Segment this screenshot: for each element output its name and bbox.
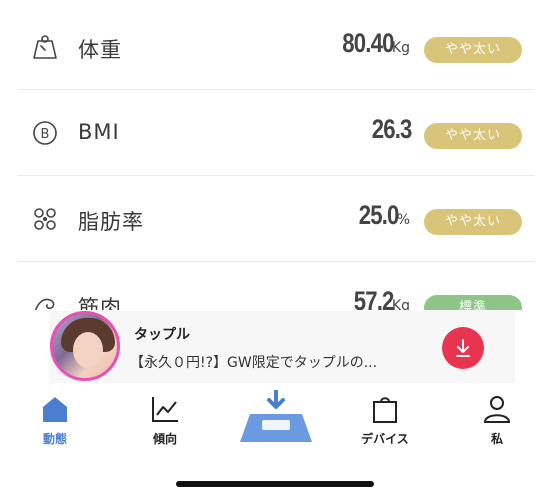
metric-value: 57.2 xyxy=(354,286,395,310)
status-badge: 標準 xyxy=(424,295,522,310)
trend-chart-icon xyxy=(152,397,178,422)
nav-label: 私 xyxy=(490,432,503,446)
metric-value: 80.40 xyxy=(342,28,395,58)
metric-value-group: 80.40Kg xyxy=(331,28,410,59)
nav-label: 傾向 xyxy=(152,432,177,446)
metric-value-group: 26.3 xyxy=(363,114,413,145)
weight-icon xyxy=(33,35,57,59)
ad-title: タップル xyxy=(134,327,190,343)
home-icon xyxy=(43,397,67,422)
metrics-list: 体重 80.40Kg やや太い B BMI 26.3 やや太い 脂肪率 25.0… xyxy=(0,0,551,310)
device-bag-icon xyxy=(373,397,397,423)
muscle-icon xyxy=(34,298,55,310)
body-fat-icon xyxy=(34,208,56,230)
ad-banner[interactable]: タップル 【永久０円!?】GW限定でタップルの... xyxy=(50,311,515,383)
bmi-icon: B xyxy=(33,121,57,145)
metric-row-muscle[interactable]: 筋肉 57.2Kg 標準 xyxy=(18,262,534,310)
metric-name: 筋肉 xyxy=(78,296,122,310)
status-badge: やや太い xyxy=(424,123,522,149)
metric-value: 25.0 xyxy=(358,200,400,230)
metric-name: 体重 xyxy=(78,38,122,62)
download-button[interactable] xyxy=(442,327,484,369)
nav-item-dynamics[interactable]: 動態 xyxy=(10,390,100,450)
svg-text:B: B xyxy=(41,127,50,142)
metric-value: 26.3 xyxy=(372,114,413,144)
nav-item-trend[interactable]: 傾向 xyxy=(120,390,210,450)
status-badge: やや太い xyxy=(424,37,522,63)
metric-row-bmi[interactable]: B BMI 26.3 やや太い xyxy=(18,90,534,176)
home-indicator[interactable] xyxy=(176,481,374,487)
avatar-face-shape xyxy=(73,332,103,368)
metric-row-weight[interactable]: 体重 80.40Kg やや太い xyxy=(18,4,534,90)
nav-item-measure[interactable] xyxy=(236,388,316,448)
status-badge: やや太い xyxy=(424,209,522,235)
metric-value-group: 25.0% xyxy=(350,200,410,231)
ad-description: 【永久０円!?】GW限定でタップルの... xyxy=(130,355,378,371)
nav-label: 動態 xyxy=(42,432,67,446)
scale-measure-icon xyxy=(240,388,312,442)
nav-item-device[interactable]: デバイス xyxy=(340,390,430,450)
ad-avatar xyxy=(50,311,120,381)
metric-name: BMI xyxy=(78,120,120,144)
metric-name: 脂肪率 xyxy=(78,210,144,234)
metric-unit: % xyxy=(396,212,410,228)
metric-unit: Kg xyxy=(391,40,410,56)
nav-label: デバイス xyxy=(361,432,409,446)
metric-unit: Kg xyxy=(391,298,410,310)
metric-row-body-fat[interactable]: 脂肪率 25.0% やや太い xyxy=(18,176,534,262)
profile-icon xyxy=(483,396,511,423)
download-icon xyxy=(456,339,470,357)
nav-item-me[interactable]: 私 xyxy=(452,390,542,450)
metric-value-group: 57.2Kg xyxy=(345,286,410,310)
bottom-nav: 動態 傾向 デバイス 私 xyxy=(0,388,551,460)
